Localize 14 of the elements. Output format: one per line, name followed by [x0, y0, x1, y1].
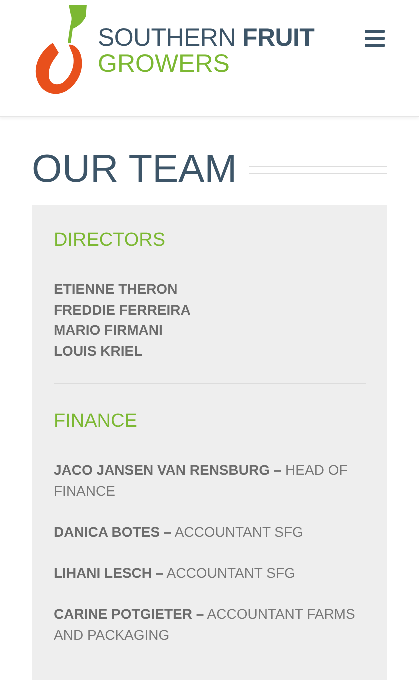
page-title: OUR TEAM — [32, 147, 238, 193]
member-name: MARIO FIRMANI — [54, 321, 164, 340]
member-role: CARINE POTGIETER – ACCOUNTANT FARMS AND PACKAGING — [54, 605, 356, 645]
member-role: JACO JANSEN VAN RENSBURG – HEAD OF FINANCE — [54, 461, 349, 501]
menu-icon[interactable] — [365, 30, 385, 47]
member-role: LIHANI LESCH – ACCOUNTANT SFG — [54, 564, 296, 583]
member-name: LOUIS KRIEL — [54, 342, 144, 360]
member-name: FREDDIE FERREIRA — [54, 300, 192, 320]
logo-wordmark: SOUTHERN FRUIT — [98, 25, 315, 51]
member-role: DANICA BOTES – ACCOUNTANT SFG — [54, 523, 304, 542]
section-heading: FINANCE — [54, 410, 138, 434]
logo-tagline: GROWERS — [98, 51, 231, 77]
section-heading: DIRECTORS — [54, 229, 167, 253]
member-name: ETIENNE THERON — [54, 280, 179, 299]
